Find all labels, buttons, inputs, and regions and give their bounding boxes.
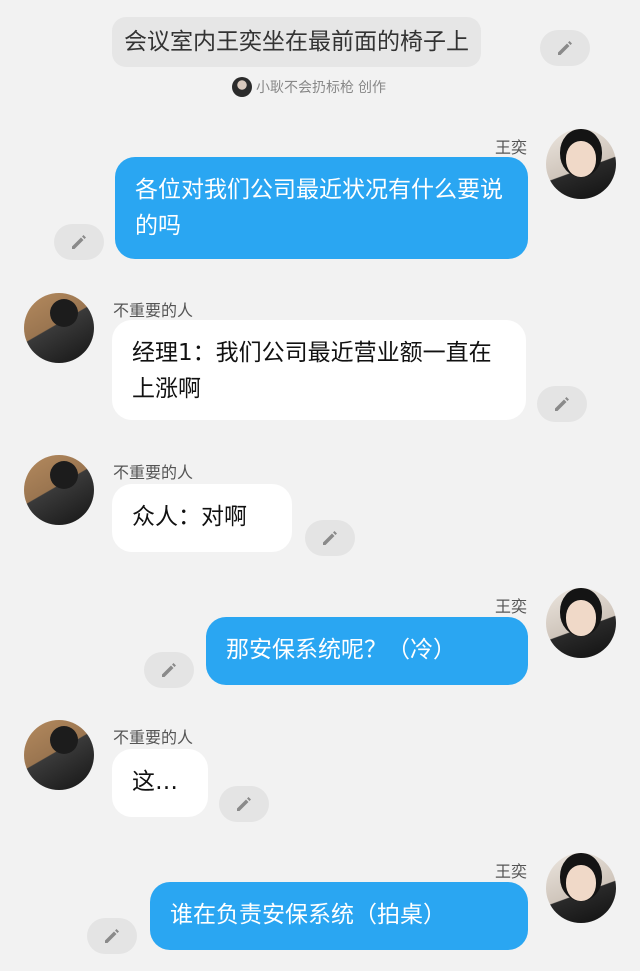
speaker-name: 王奕	[494, 597, 527, 616]
chat-story-page: 会议室内王奕坐在最前面的椅子上 小耿不会扔标枪 创作 王奕 各位对我们公司最近状…	[0, 0, 640, 971]
edit-narration-button[interactable]	[540, 30, 590, 66]
edit-message-button[interactable]	[54, 224, 104, 260]
pencil-icon	[237, 797, 251, 811]
avatar-unimportant-person[interactable]	[24, 293, 94, 363]
edit-message-button[interactable]	[144, 652, 194, 688]
speaker-name: 不重要的人	[113, 728, 194, 747]
author-name[interactable]: 小耿不会扔标枪	[256, 77, 354, 97]
message-bubble[interactable]: 这…	[112, 749, 208, 817]
avatar-unimportant-person[interactable]	[24, 720, 94, 790]
message-bubble[interactable]: 经理1：我们公司最近营业额一直在上涨啊	[112, 320, 526, 420]
edit-message-button[interactable]	[305, 520, 355, 556]
speaker-name: 王奕	[494, 138, 527, 157]
pencil-icon	[323, 531, 337, 545]
edit-message-button[interactable]	[87, 918, 137, 954]
avatar-wangyi[interactable]	[546, 588, 616, 658]
avatar-wangyi[interactable]	[546, 853, 616, 923]
message-bubble[interactable]: 各位对我们公司最近状况有什么要说的吗	[115, 157, 528, 259]
speaker-name: 王奕	[494, 862, 527, 881]
pencil-icon	[558, 41, 572, 55]
author-avatar	[232, 77, 252, 97]
speaker-name: 不重要的人	[113, 463, 194, 482]
message-bubble[interactable]: 那安保系统呢？（冷）	[206, 617, 528, 685]
author-line: 小耿不会扔标枪 创作	[232, 76, 386, 98]
author-suffix: 创作	[358, 80, 386, 96]
narration-bubble: 会议室内王奕坐在最前面的椅子上	[112, 17, 481, 67]
pencil-icon	[72, 235, 86, 249]
speaker-name: 不重要的人	[113, 301, 194, 320]
pencil-icon	[105, 929, 119, 943]
edit-message-button[interactable]	[219, 786, 269, 822]
avatar-unimportant-person[interactable]	[24, 455, 94, 525]
avatar-wangyi[interactable]	[546, 129, 616, 199]
message-bubble[interactable]: 谁在负责安保系统（拍桌）	[150, 882, 528, 950]
message-bubble[interactable]: 众人：对啊	[112, 484, 292, 552]
edit-message-button[interactable]	[537, 386, 587, 422]
pencil-icon	[555, 397, 569, 411]
pencil-icon	[162, 663, 176, 677]
